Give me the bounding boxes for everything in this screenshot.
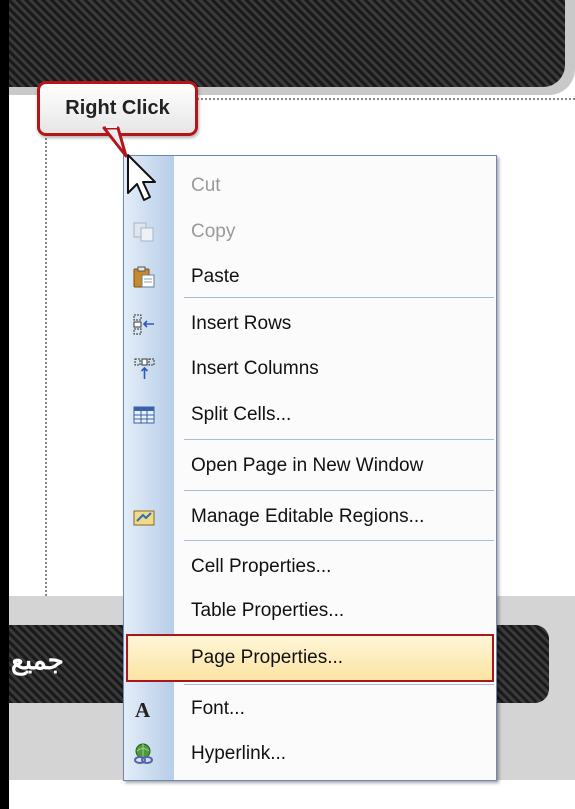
page-bottom	[9, 780, 575, 809]
menu-item-label: Insert Columns	[191, 358, 319, 379]
menu-item-paste[interactable]: Paste	[124, 255, 496, 299]
copy-icon	[133, 222, 154, 242]
context-menu: Cut Copy Paste Insert Rows Insert Column…	[123, 155, 497, 781]
insert-columns-icon	[134, 358, 155, 379]
menu-item-split-cells[interactable]: Split Cells...	[124, 393, 496, 437]
hyperlink-icon	[134, 743, 153, 764]
font-icon: A	[135, 698, 151, 720]
menu-separator	[184, 684, 494, 685]
menu-item-font[interactable]: A Font...	[124, 687, 496, 731]
menu-item-label: Paste	[191, 266, 240, 287]
menu-item-label: Split Cells...	[191, 404, 292, 425]
paste-icon	[133, 266, 155, 288]
menu-item-label: Font...	[191, 698, 245, 719]
menu-item-copy[interactable]: Copy	[124, 210, 496, 254]
split-cells-icon	[133, 406, 155, 424]
header-banner	[9, 0, 565, 87]
menu-item-page-properties[interactable]: Page Properties...	[126, 634, 494, 682]
menu-item-manage-editable-regions[interactable]: Manage Editable Regions...	[124, 495, 496, 539]
menu-item-label: Hyperlink...	[191, 743, 287, 764]
insert-rows-icon	[133, 314, 154, 335]
menu-separator	[184, 490, 494, 491]
menu-item-cell-properties[interactable]: Cell Properties...	[124, 545, 496, 589]
svg-text:A: A	[135, 698, 151, 720]
mouse-cursor-icon	[127, 154, 156, 201]
menu-item-insert-columns[interactable]: Insert Columns	[124, 347, 496, 391]
menu-item-label: Insert Rows	[191, 313, 292, 334]
menu-item-open-page-in-new-window[interactable]: Open Page in New Window	[124, 444, 496, 488]
footer-text: جميع	[11, 645, 64, 675]
menu-separator	[184, 297, 494, 298]
menu-separator	[184, 540, 494, 541]
menu-item-table-properties[interactable]: Table Properties...	[124, 589, 496, 633]
menu-item-label: Cut	[191, 175, 221, 196]
menu-item-label: Page Properties...	[191, 647, 344, 668]
callout-text: Right Click	[65, 97, 170, 119]
menu-item-label: Manage Editable Regions...	[191, 506, 425, 527]
menu-item-label: Copy	[191, 221, 236, 242]
menu-item-label: Open Page in New Window	[191, 455, 424, 476]
menu-item-label: Cell Properties...	[191, 556, 332, 577]
menu-item-label: Table Properties...	[191, 600, 345, 621]
menu-item-hyperlink[interactable]: Hyperlink...	[124, 732, 496, 776]
menu-item-cut[interactable]: Cut	[124, 164, 496, 208]
menu-item-insert-rows[interactable]: Insert Rows	[124, 302, 496, 346]
editable-regions-icon	[133, 510, 155, 526]
menu-separator	[184, 439, 494, 440]
